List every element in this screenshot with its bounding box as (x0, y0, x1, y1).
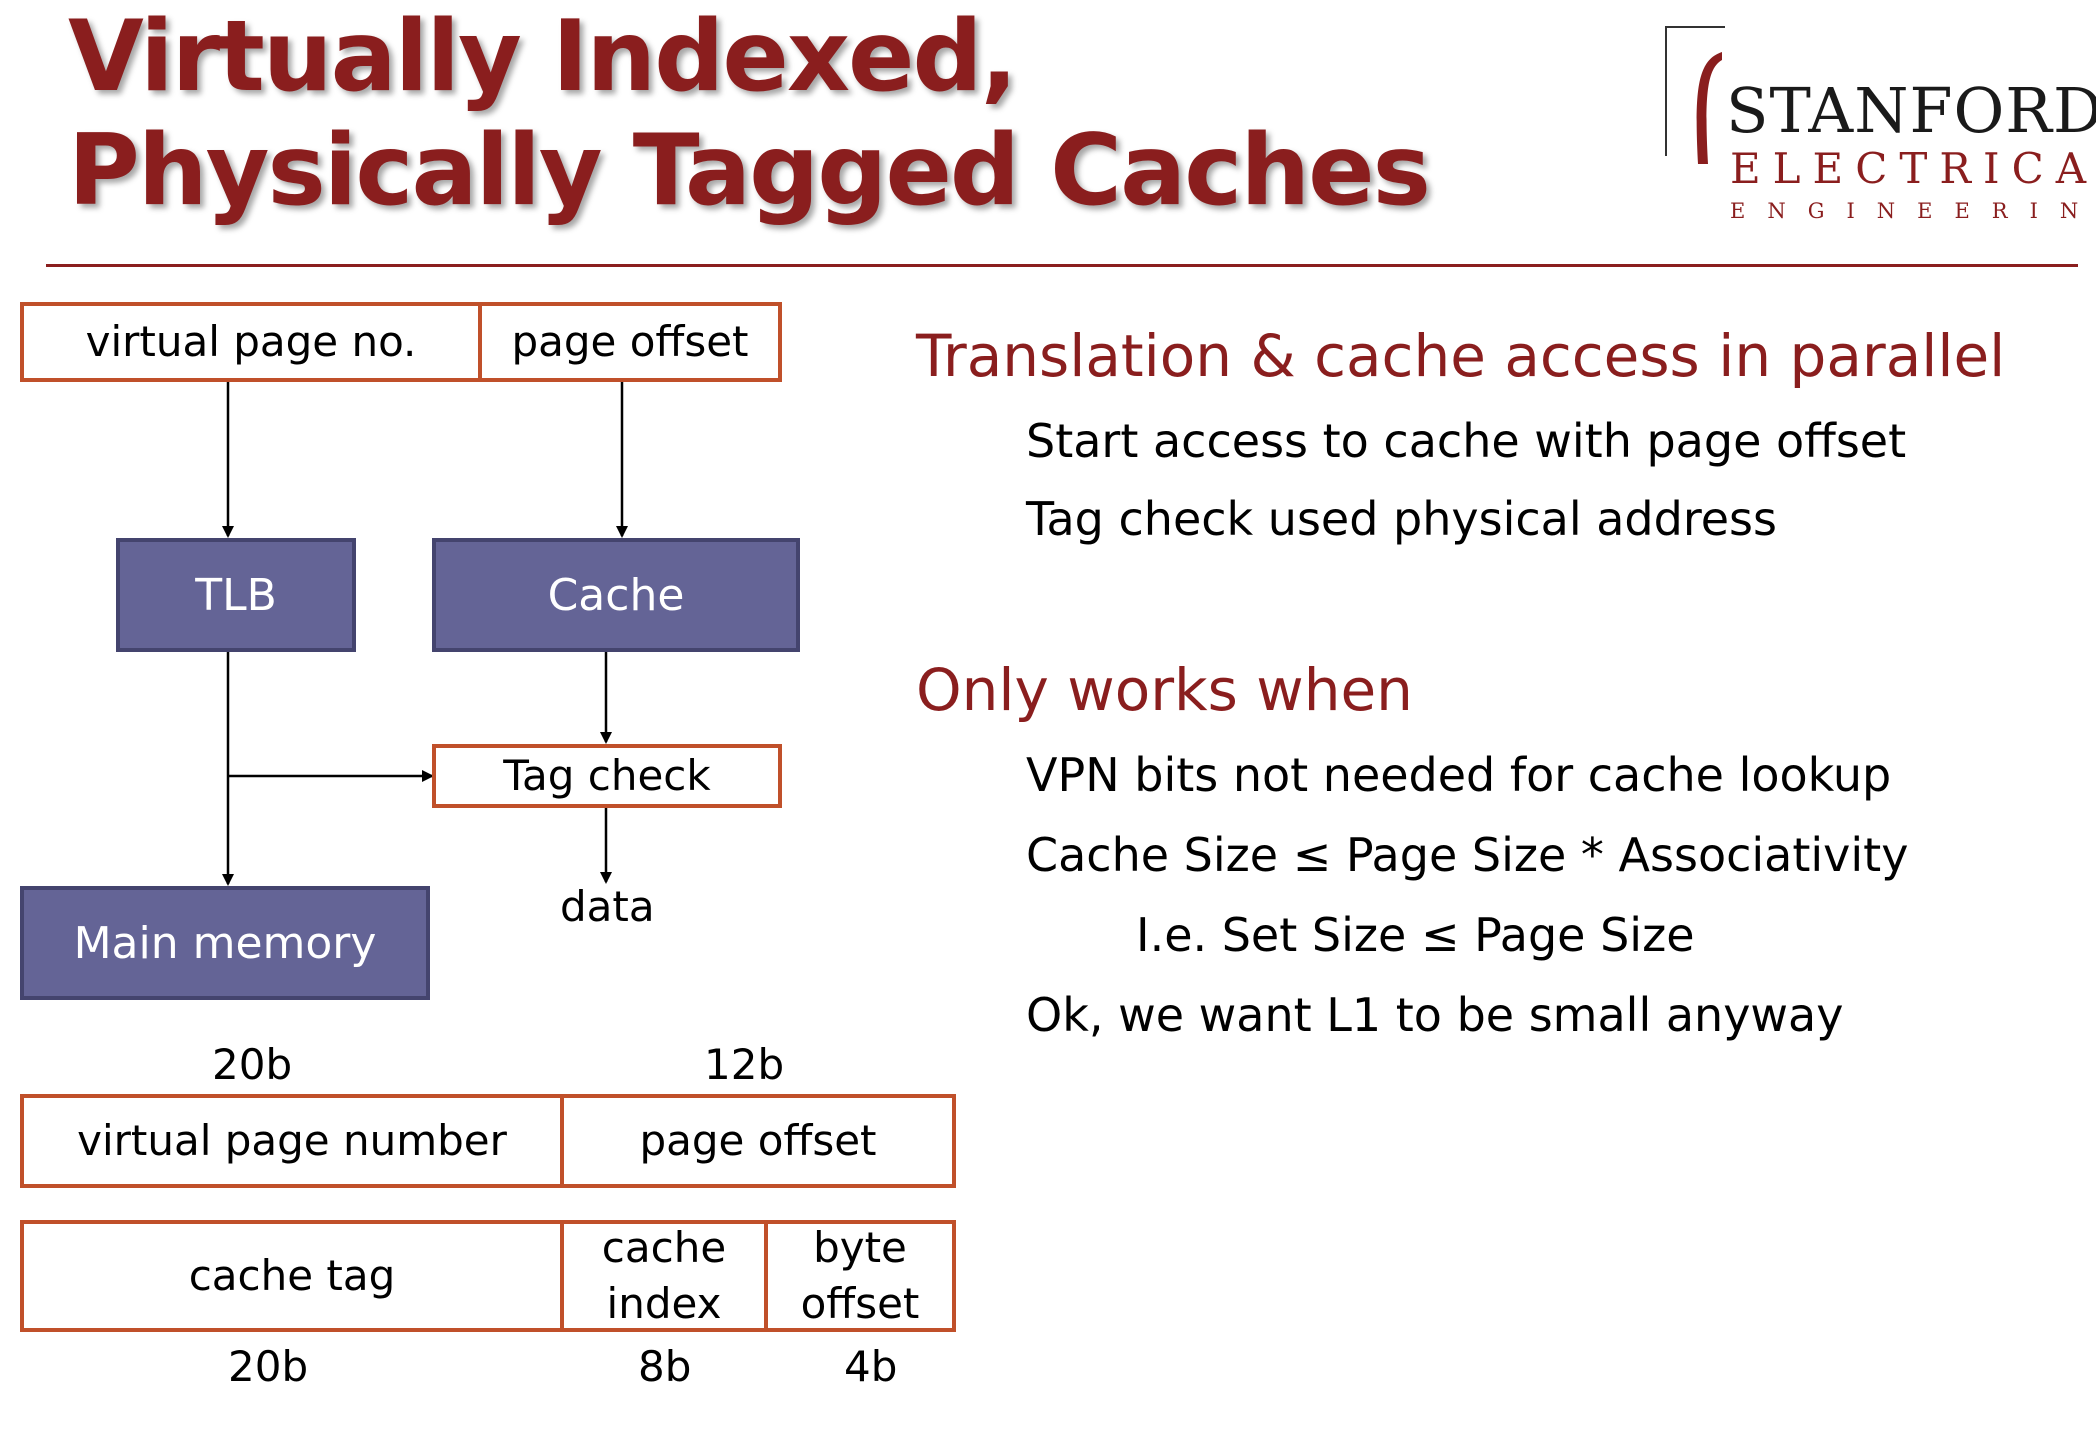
virtual-page-number-box: virtual page number (20, 1094, 564, 1188)
byte-offset-box: byte offset (764, 1220, 956, 1332)
section2-item: Ok, we want L1 to be small anyway (1026, 988, 1844, 1042)
tlb-block: TLB (116, 538, 356, 652)
cache-tag-label: cache tag (188, 1251, 396, 1300)
cache-label: Cache (547, 569, 685, 621)
section2-heading: Only works when (916, 656, 1413, 724)
tlb-label: TLB (195, 569, 277, 621)
cache-index-box: cache index (560, 1220, 768, 1332)
cache-tag-box: cache tag (20, 1220, 564, 1332)
section1-item: Start access to cache with page offset (1026, 414, 1907, 468)
page-offset-field-box: page offset (560, 1094, 956, 1188)
cache-index-line-2: index (606, 1279, 722, 1328)
byte-offset-line-1: byte (813, 1223, 907, 1272)
section1-item: Tag check used physical address (1026, 492, 1777, 546)
offset-bits-label: 12b (704, 1040, 785, 1089)
cache-block: Cache (432, 538, 800, 652)
vipt-cache-diagram: virtual page no. page offset TLB Cache T… (0, 0, 2096, 1454)
tag-check-box: Tag check (432, 744, 782, 808)
page-offset-field-label: page offset (639, 1116, 877, 1165)
main-memory-label: Main memory (73, 917, 377, 969)
section2-item: Cache Size ≤ Page Size * Associativity (1026, 828, 1909, 882)
cache-index-line-1: cache (601, 1223, 727, 1272)
section2-sub-item: I.e. Set Size ≤ Page Size (1136, 908, 1695, 962)
virtual-page-no-label: virtual page no. (85, 317, 417, 366)
section1-heading: Translation & cache access in parallel (916, 322, 2006, 390)
virtual-page-no-box: virtual page no. (20, 302, 482, 382)
data-label: data (560, 882, 655, 931)
page-offset-box: page offset (478, 302, 782, 382)
byte-offset-line-2: offset (800, 1279, 920, 1328)
tag-bits-label: 20b (228, 1342, 309, 1391)
vpn-bits-label: 20b (212, 1040, 293, 1089)
section2-item: VPN bits not needed for cache lookup (1026, 748, 1892, 802)
page-offset-label: page offset (511, 317, 749, 366)
index-bits-label: 8b (638, 1342, 692, 1391)
main-memory-block: Main memory (20, 886, 430, 1000)
tag-check-label: Tag check (503, 751, 711, 800)
virtual-page-number-label: virtual page number (77, 1116, 507, 1165)
byte-bits-label: 4b (844, 1342, 898, 1391)
